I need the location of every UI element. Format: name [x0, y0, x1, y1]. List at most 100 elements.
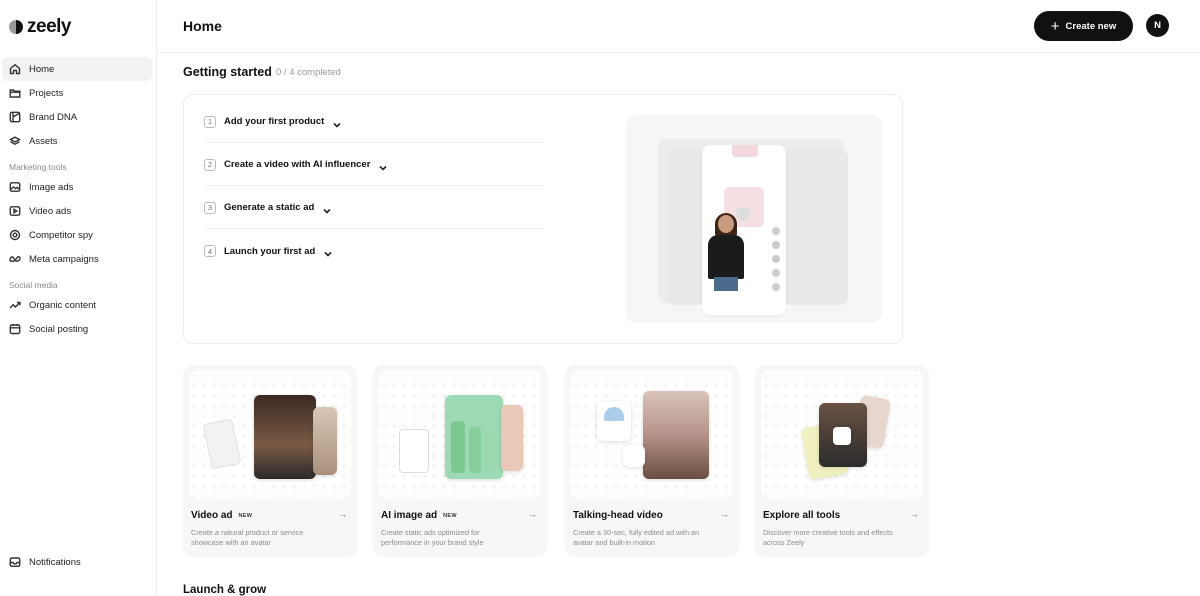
avatar[interactable]: N: [1146, 14, 1169, 37]
sidebar-item-video-ads[interactable]: Video ads: [2, 199, 152, 223]
tool-description: Create a 30-sec, fully edited ad with an…: [573, 528, 700, 548]
ai-influencer-image: [702, 213, 750, 293]
sidebar-item-social-posting[interactable]: Social posting: [2, 317, 152, 341]
new-badge: NEW: [443, 512, 457, 519]
brand-dna-icon: [9, 111, 21, 123]
tool-preview-video-ad: [189, 371, 351, 499]
arrow-right-icon: →: [720, 509, 729, 519]
sidebar-item-label: Home: [29, 63, 55, 75]
sidebar-item-label: Social posting: [29, 323, 89, 335]
create-new-label: Create new: [1065, 20, 1117, 32]
sidebar-item-label: Meta campaigns: [29, 253, 99, 265]
section-social-media: Social media: [9, 280, 58, 290]
meta-icon: [9, 253, 21, 265]
logo-mark-icon: [9, 20, 23, 34]
green-bottle-image: [451, 421, 465, 473]
image-icon: [9, 181, 21, 193]
arrow-right-icon: →: [910, 509, 919, 519]
tool-description: Create a natural product or service show…: [191, 528, 304, 548]
tool-preview-ai-image-ad: [379, 371, 541, 499]
social-action-icons: [772, 227, 780, 297]
tool-title-text: Talking-head video: [573, 510, 663, 521]
create-new-button[interactable]: + Create new: [1034, 11, 1133, 41]
tool-preview-talking-head: [571, 371, 733, 499]
tool-description: Create static ads optimized for performa…: [381, 528, 484, 548]
sidebar-item-brand-dna[interactable]: Brand DNA: [2, 105, 152, 129]
home-icon: [9, 63, 21, 75]
sidebar-item-competitor-spy[interactable]: Competitor spy: [2, 223, 152, 247]
step-static-ad[interactable]: 3 Generate a static ad: [204, 187, 544, 229]
tool-card-talking-head-video[interactable]: Talking-head video → Create a 30-sec, fu…: [565, 365, 739, 557]
logo-text: zeely: [27, 16, 71, 37]
app-root: zeely Home Projects Brand DNA Assets Mar…: [0, 0, 1200, 596]
sidebar-nav: Home Projects Brand DNA Assets Marketing…: [2, 57, 152, 341]
serum-bottle-image: [399, 429, 429, 473]
sidebar-item-organic-content[interactable]: Organic content: [2, 293, 152, 317]
search-icon: [833, 427, 851, 445]
step-launch-ad[interactable]: 4 Launch your first ad: [204, 230, 544, 272]
step-number: 1: [204, 115, 216, 128]
getting-started-progress: 0 / 4 completed: [276, 67, 341, 78]
influencer-body: [708, 235, 744, 279]
chevron-down-icon: [378, 160, 388, 171]
step-number: 4: [204, 245, 216, 257]
getting-started-title: Getting started: [183, 65, 272, 79]
video-icon: [9, 205, 21, 217]
sidebar-item-label: Assets: [29, 135, 58, 147]
sidebar-item-projects[interactable]: Projects: [2, 81, 152, 105]
chevron-down-icon: [323, 246, 333, 257]
tool-preview-explore: [761, 371, 923, 499]
influencer-head: [718, 215, 734, 233]
sidebar-item-image-ads[interactable]: Image ads: [2, 175, 152, 199]
tool-title-text: Video ad: [191, 510, 233, 521]
sidebar: zeely Home Projects Brand DNA Assets Mar…: [0, 0, 157, 596]
ad-creative-secondary: [501, 405, 523, 471]
tool-title: Explore all tools: [763, 510, 840, 521]
tool-title-text: AI image ad: [381, 510, 438, 521]
tool-card-video-ad[interactable]: Video ad NEW → Create a natural product …: [183, 365, 357, 557]
tool-card-explore-all[interactable]: Explore all tools → Discover more creati…: [755, 365, 929, 557]
plus-icon: +: [1050, 17, 1060, 35]
avatar-photo: [254, 395, 316, 479]
section-title-launch-grow: Launch & grow: [183, 584, 267, 596]
tool-title: Video ad NEW: [191, 510, 252, 521]
arrow-right-icon: →: [338, 509, 347, 519]
lamp-icon: [604, 407, 624, 421]
sidebar-item-label: Video ads: [29, 205, 72, 217]
inbox-icon: [9, 556, 21, 568]
zeely-logo[interactable]: zeely: [9, 16, 71, 38]
chevron-down-icon: [332, 117, 342, 128]
calendar-icon: [9, 323, 21, 335]
sidebar-item-meta-campaigns[interactable]: Meta campaigns: [2, 247, 152, 271]
step-add-product[interactable]: 1 Add your first product: [204, 101, 544, 143]
step-label: Create a video with AI influencer: [224, 159, 371, 170]
green-bottle-image: [485, 431, 497, 473]
onboarding-preview: [626, 115, 882, 323]
influencer-legs: [714, 277, 738, 291]
step-number: 2: [204, 158, 216, 171]
new-badge: NEW: [238, 512, 253, 519]
folder-icon: [9, 87, 21, 99]
step-label: Generate a static ad: [224, 202, 315, 213]
tool-title: Talking-head video: [573, 510, 663, 521]
sidebar-item-label: Brand DNA: [29, 111, 78, 123]
sidebar-item-assets[interactable]: Assets: [2, 129, 152, 153]
sidebar-item-label: Projects: [29, 87, 64, 99]
sidebar-item-home[interactable]: Home: [2, 57, 152, 81]
sidebar-item-label: Competitor spy: [29, 229, 93, 241]
document-icon: [623, 445, 645, 467]
spy-icon: [9, 229, 21, 241]
top-header: Home + Create new N: [157, 0, 1200, 53]
tool-card-ai-image-ad[interactable]: AI image ad NEW → Create static ads opti…: [373, 365, 547, 557]
trend-icon: [9, 299, 21, 311]
sidebar-bottom: Notifications: [2, 550, 152, 574]
step-ai-influencer-video[interactable]: 2 Create a video with AI influencer: [204, 144, 544, 186]
talking-head-photo: [643, 391, 709, 479]
tool-title: AI image ad NEW: [381, 510, 457, 521]
avatar-photo-secondary: [313, 407, 337, 475]
phone-top-product: [732, 145, 758, 157]
tool-description: Discover more creative tools and effects…: [763, 528, 893, 548]
step-number: 3: [204, 201, 216, 214]
phone-mockup: [702, 145, 786, 315]
sidebar-item-notifications[interactable]: Notifications: [2, 550, 152, 574]
